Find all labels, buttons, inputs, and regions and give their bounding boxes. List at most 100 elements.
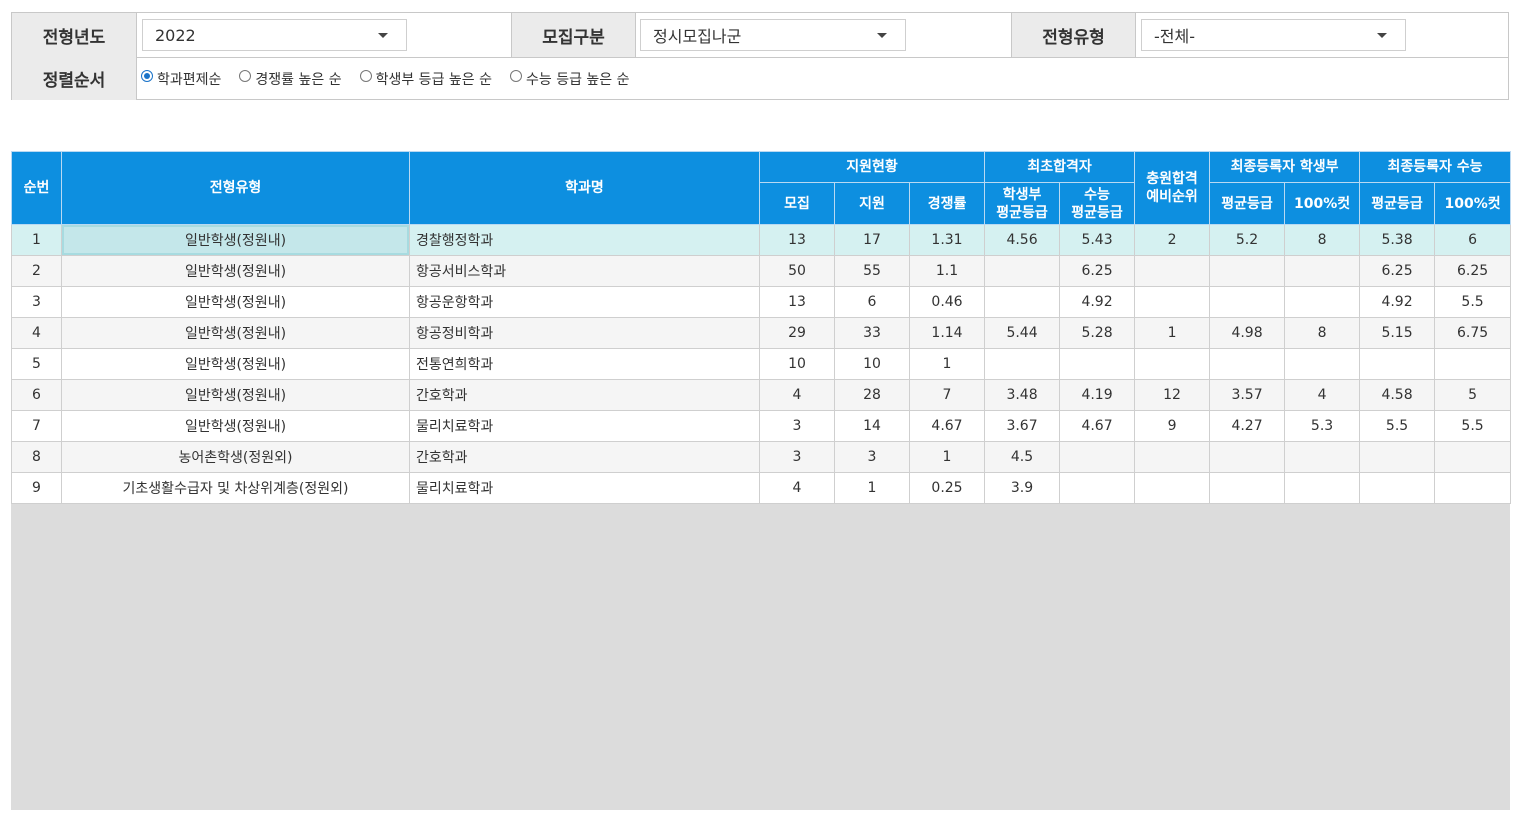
cell-fhs-avg[interactable] — [1209, 286, 1286, 318]
cell-recruit[interactable]: 29 — [759, 317, 835, 349]
recruit-select[interactable]: 정시모집나군 — [640, 19, 906, 51]
cell-fhs-cut[interactable] — [1284, 348, 1361, 380]
cell-fsn-cut[interactable] — [1434, 472, 1512, 504]
cell-first-hs[interactable]: 3.48 — [984, 379, 1061, 411]
cell-wait[interactable]: 12 — [1134, 379, 1211, 411]
sort-option-sn-grade[interactable]: 수능 등급 높은 순 — [509, 69, 630, 89]
cell-fhs-cut[interactable]: 8 — [1284, 317, 1361, 349]
cell-fsn-cut[interactable] — [1434, 348, 1512, 380]
cell-ratio[interactable]: 1 — [908, 441, 986, 473]
cell-no[interactable]: 6 — [11, 379, 62, 411]
cell-no[interactable]: 4 — [11, 317, 62, 349]
cell-fhs-cut[interactable] — [1284, 472, 1361, 504]
cell-fsn-cut[interactable]: 6.75 — [1434, 317, 1512, 349]
cell-fhs-avg[interactable]: 4.27 — [1209, 410, 1286, 442]
cell-type[interactable]: 일반학생(정원내) — [61, 224, 410, 256]
cell-ratio[interactable]: 0.46 — [908, 286, 986, 318]
cell-fhs-avg[interactable]: 5.2 — [1209, 224, 1286, 256]
cell-first-sn[interactable]: 6.25 — [1059, 255, 1136, 287]
sort-option-ratio[interactable]: 경쟁률 높은 순 — [239, 69, 342, 89]
cell-dept[interactable]: 간호학과 — [409, 441, 760, 473]
cell-fsn-avg[interactable] — [1359, 441, 1436, 473]
sort-option-hs-grade[interactable]: 학생부 등급 높은 순 — [359, 69, 492, 89]
cell-fsn-avg[interactable]: 5.5 — [1359, 410, 1436, 442]
cell-wait[interactable] — [1134, 472, 1211, 504]
cell-first-hs[interactable]: 4.56 — [984, 224, 1061, 256]
cell-fhs-cut[interactable] — [1284, 441, 1361, 473]
cell-applied[interactable]: 33 — [834, 317, 910, 349]
cell-ratio[interactable]: 1.31 — [908, 224, 986, 256]
cell-wait[interactable] — [1134, 286, 1211, 318]
year-select[interactable]: 2022 — [142, 19, 407, 51]
cell-fsn-cut[interactable]: 5.5 — [1434, 410, 1512, 442]
cell-no[interactable]: 1 — [11, 224, 62, 256]
sort-option-dept-order[interactable]: 학과편제순 — [141, 69, 221, 89]
cell-applied[interactable]: 28 — [834, 379, 910, 411]
cell-fhs-cut[interactable] — [1284, 286, 1361, 318]
radio-icon[interactable] — [239, 69, 252, 82]
cell-recruit[interactable]: 50 — [759, 255, 835, 287]
cell-fsn-cut[interactable]: 5 — [1434, 379, 1512, 411]
table-row[interactable]: 5 일반학생(정원내) 전통연희학과 10 10 1 — [11, 348, 1512, 380]
cell-first-hs[interactable]: 3.67 — [984, 410, 1061, 442]
table-row[interactable]: 2 일반학생(정원내) 항공서비스학과 50 55 1.1 6.25 6.25 6.25 — [11, 255, 1512, 287]
cell-fhs-cut[interactable]: 8 — [1284, 224, 1361, 256]
cell-fsn-avg[interactable]: 5.15 — [1359, 317, 1436, 349]
cell-type[interactable]: 일반학생(정원내) — [61, 255, 410, 287]
cell-first-sn[interactable]: 4.92 — [1059, 286, 1136, 318]
cell-fhs-avg[interactable] — [1209, 348, 1286, 380]
cell-wait[interactable]: 2 — [1134, 224, 1211, 256]
cell-first-sn[interactable]: 5.43 — [1059, 224, 1136, 256]
cell-wait[interactable] — [1134, 441, 1211, 473]
cell-recruit[interactable]: 3 — [759, 441, 835, 473]
cell-dept[interactable]: 간호학과 — [409, 379, 760, 411]
cell-dept[interactable]: 항공정비학과 — [409, 317, 760, 349]
radio-selected-icon[interactable] — [141, 69, 153, 82]
cell-fsn-avg[interactable]: 4.92 — [1359, 286, 1436, 318]
cell-fhs-avg[interactable] — [1209, 441, 1286, 473]
cell-fhs-avg[interactable] — [1209, 472, 1286, 504]
cell-dept[interactable]: 전통연희학과 — [409, 348, 760, 380]
radio-icon[interactable] — [359, 69, 372, 82]
cell-dept[interactable]: 항공운항학과 — [409, 286, 760, 318]
cell-wait[interactable]: 1 — [1134, 317, 1211, 349]
cell-ratio[interactable]: 7 — [908, 379, 986, 411]
cell-recruit[interactable]: 3 — [759, 410, 835, 442]
cell-fsn-avg[interactable]: 5.38 — [1359, 224, 1436, 256]
cell-wait[interactable]: 9 — [1134, 410, 1211, 442]
cell-applied[interactable]: 3 — [834, 441, 910, 473]
cell-first-hs[interactable]: 3.9 — [984, 472, 1061, 504]
cell-recruit[interactable]: 4 — [759, 472, 835, 504]
cell-fsn-cut[interactable] — [1434, 441, 1512, 473]
cell-type[interactable]: 일반학생(정원내) — [61, 348, 410, 380]
cell-first-sn[interactable] — [1059, 472, 1136, 504]
cell-fsn-avg[interactable]: 4.58 — [1359, 379, 1436, 411]
cell-first-sn[interactable] — [1059, 348, 1136, 380]
cell-fhs-cut[interactable] — [1284, 255, 1361, 287]
cell-type[interactable]: 기초생활수급자 및 차상위계층(정원외) — [61, 472, 410, 504]
cell-fsn-cut[interactable]: 5.5 — [1434, 286, 1512, 318]
cell-type[interactable]: 농어촌학생(정원외) — [61, 441, 410, 473]
table-row[interactable]: 1 일반학생(정원내) 경찰행정학과 13 17 1.31 4.56 5.43 2 5.2 8 5.3… — [11, 224, 1512, 256]
table-row[interactable]: 6 일반학생(정원내) 간호학과 4 28 7 3.48 4.19 12 3.57 4 4.58 5 — [11, 379, 1512, 411]
cell-first-hs[interactable]: 5.44 — [984, 317, 1061, 349]
cell-first-sn[interactable]: 5.28 — [1059, 317, 1136, 349]
table-row[interactable]: 4 일반학생(정원내) 항공정비학과 29 33 1.14 5.44 5.28 1 4.98 8 5.… — [11, 317, 1512, 349]
cell-ratio[interactable]: 1 — [908, 348, 986, 380]
cell-no[interactable]: 5 — [11, 348, 62, 380]
table-row[interactable]: 7 일반학생(정원내) 물리치료학과 3 14 4.67 3.67 4.67 9 4.27 5.3 5… — [11, 410, 1512, 442]
cell-fhs-avg[interactable] — [1209, 255, 1286, 287]
cell-applied[interactable]: 1 — [834, 472, 910, 504]
cell-type[interactable]: 일반학생(정원내) — [61, 286, 410, 318]
cell-recruit[interactable]: 13 — [759, 286, 835, 318]
cell-dept[interactable]: 항공서비스학과 — [409, 255, 760, 287]
cell-fhs-cut[interactable]: 5.3 — [1284, 410, 1361, 442]
table-row[interactable]: 3 일반학생(정원내) 항공운항학과 13 6 0.46 4.92 4.92 5.5 — [11, 286, 1512, 318]
cell-no[interactable]: 8 — [11, 441, 62, 473]
cell-type[interactable]: 일반학생(정원내) — [61, 379, 410, 411]
cell-fhs-avg[interactable]: 3.57 — [1209, 379, 1286, 411]
cell-first-hs[interactable] — [984, 255, 1061, 287]
cell-fsn-avg[interactable] — [1359, 348, 1436, 380]
cell-dept[interactable]: 경찰행정학과 — [409, 224, 760, 256]
cell-fsn-cut[interactable]: 6.25 — [1434, 255, 1512, 287]
